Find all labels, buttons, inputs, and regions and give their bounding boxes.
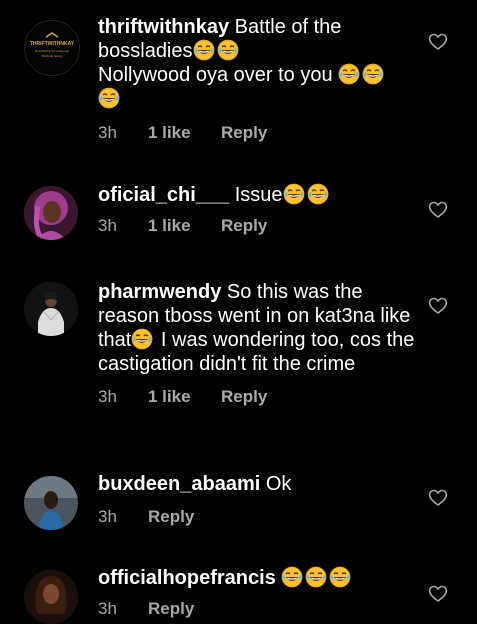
reply-button[interactable]: Reply	[148, 505, 194, 529]
reply-button[interactable]: Reply	[148, 597, 194, 621]
avatar[interactable]	[24, 570, 78, 624]
comment-timestamp: 3h	[98, 507, 117, 526]
comment-text: officialhopefrancis	[98, 566, 416, 590]
laugh-emoji-icon	[305, 566, 327, 588]
avatar[interactable]	[24, 476, 78, 530]
comment-meta: 3h 1 like Reply	[98, 121, 416, 145]
comment-meta: 3h Reply	[98, 597, 416, 621]
comment-timestamp: 3h	[98, 123, 117, 142]
avatar-image	[24, 186, 78, 240]
reply-button[interactable]: Reply	[221, 121, 267, 145]
comment-body: oficial_chi___ Issue 3h 1 like Reply	[98, 183, 416, 238]
comment-timestamp: 3h	[98, 216, 117, 235]
comment-message: Ok	[260, 473, 292, 495]
laugh-emoji-icon	[338, 63, 360, 85]
laugh-emoji-icon	[98, 87, 120, 109]
avatar-logo-tagline: Everything for everyone	[35, 49, 70, 53]
reply-button[interactable]: Reply	[221, 385, 267, 409]
laugh-emoji-icon	[131, 328, 153, 350]
comment-body: pharmwendy So this was the reason tboss …	[98, 280, 416, 409]
laugh-emoji-icon	[217, 39, 239, 61]
avatar-image	[24, 570, 78, 624]
comment-username[interactable]: pharmwendy	[98, 281, 221, 303]
comment-text: buxdeen_abaami Ok	[98, 472, 416, 496]
like-heart-icon[interactable]	[428, 488, 448, 508]
comment-meta: 3h 1 like Reply	[98, 385, 416, 409]
reply-button[interactable]: Reply	[221, 214, 267, 238]
avatar-image	[24, 282, 78, 336]
avatar-image: THRIFTWITHNKAY Everything for everyone T…	[25, 21, 79, 75]
comment-text: thriftwithnkay Battle of the bossladies N…	[98, 15, 416, 111]
like-heart-icon[interactable]	[428, 200, 448, 220]
comment-body: thriftwithnkay Battle of the bossladies N…	[98, 15, 416, 145]
avatar[interactable]	[24, 186, 78, 240]
comment-timestamp: 3h	[98, 599, 117, 618]
like-heart-icon[interactable]	[428, 32, 448, 52]
avatar-logo-text: THRIFTWITHNKAY	[30, 41, 75, 47]
laugh-emoji-icon	[283, 183, 305, 205]
comment-item: officialhopefrancis 3h Reply	[0, 556, 477, 624]
laugh-emoji-icon	[307, 183, 329, 205]
comment-text: oficial_chi___ Issue	[98, 183, 416, 207]
comment-username[interactable]: oficial_chi___	[98, 184, 229, 206]
comment-meta: 3h 1 like Reply	[98, 214, 416, 238]
comment-username[interactable]: buxdeen_abaami	[98, 473, 260, 495]
comment-timestamp: 3h	[98, 387, 117, 406]
avatar-logo-tagline-2: Thrift & luxury	[41, 54, 63, 58]
comment-message: Nollywood oya over to you	[98, 64, 339, 86]
laugh-emoji-icon	[362, 63, 384, 85]
comment-message: Issue	[229, 184, 283, 206]
comment-item: oficial_chi___ Issue 3h 1 like Reply	[0, 170, 477, 260]
avatar-image	[24, 476, 78, 530]
comment-username[interactable]: thriftwithnkay	[98, 16, 229, 38]
comment-item: pharmwendy So this was the reason tboss …	[0, 270, 477, 440]
comment-likes[interactable]: 1 like	[148, 121, 221, 145]
comment-item: buxdeen_abaami Ok 3h Reply	[0, 460, 477, 550]
like-heart-icon[interactable]	[428, 296, 448, 316]
comment-item: THRIFTWITHNKAY Everything for everyone T…	[0, 0, 477, 160]
laugh-emoji-icon	[329, 566, 351, 588]
laugh-emoji-icon	[193, 39, 215, 61]
comment-body: officialhopefrancis 3h Reply	[98, 566, 416, 621]
comment-body: buxdeen_abaami Ok 3h Reply	[98, 472, 416, 529]
avatar[interactable]: THRIFTWITHNKAY Everything for everyone T…	[24, 20, 80, 76]
comment-username[interactable]: officialhopefrancis	[98, 567, 276, 589]
laugh-emoji-icon	[281, 566, 303, 588]
like-heart-icon[interactable]	[428, 584, 448, 604]
avatar[interactable]	[24, 282, 78, 336]
comment-likes[interactable]: 1 like	[148, 214, 221, 238]
comment-text: pharmwendy So this was the reason tboss …	[98, 280, 416, 376]
comment-meta: 3h Reply	[98, 505, 416, 529]
comment-likes[interactable]: 1 like	[148, 385, 221, 409]
